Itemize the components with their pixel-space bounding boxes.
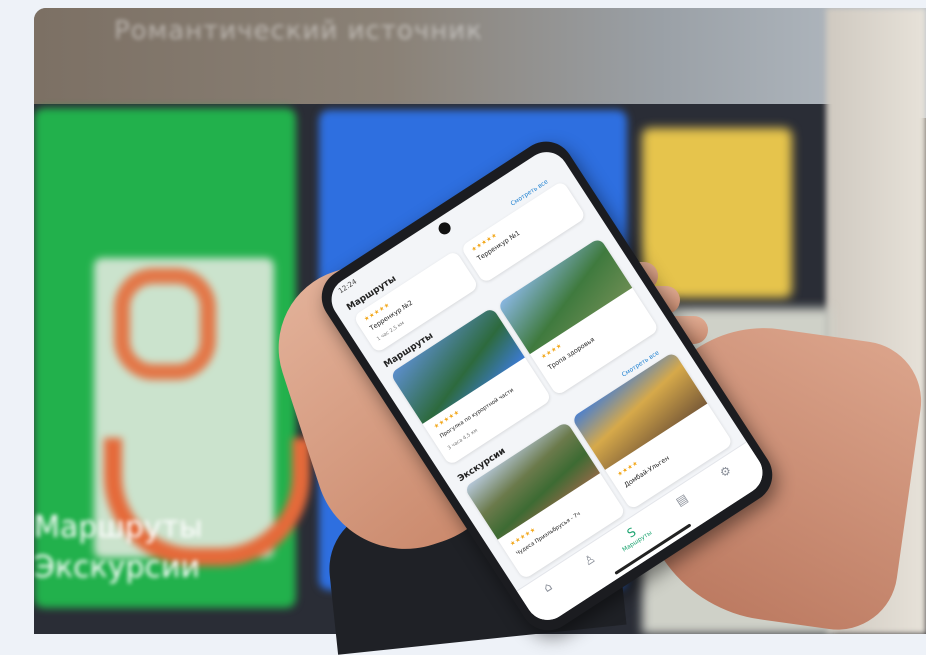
settings-icon: ⚙: [717, 462, 734, 481]
home-icon: ⌂: [540, 579, 555, 596]
green-billboard-line-1: Маршруты: [34, 510, 203, 545]
tab-tickets[interactable]: ▤: [661, 483, 702, 517]
map-pin-shape: [114, 268, 216, 380]
tab-more[interactable]: ⚙: [705, 455, 746, 489]
yellow-billboard: [642, 128, 792, 298]
status-time: 12:24: [337, 277, 359, 296]
green-billboard-text: Маршруты Экскурсии: [34, 508, 203, 588]
green-billboard-line-2: Экскурсии: [34, 550, 200, 585]
tab-profile[interactable]: ♙: [569, 543, 610, 577]
ticket-icon: ▤: [673, 490, 691, 509]
front-camera: [436, 220, 453, 237]
person-icon: ♙: [581, 551, 598, 569]
sign-text: Романтический источник: [114, 16, 483, 46]
tab-home[interactable]: ⌂: [527, 570, 568, 604]
